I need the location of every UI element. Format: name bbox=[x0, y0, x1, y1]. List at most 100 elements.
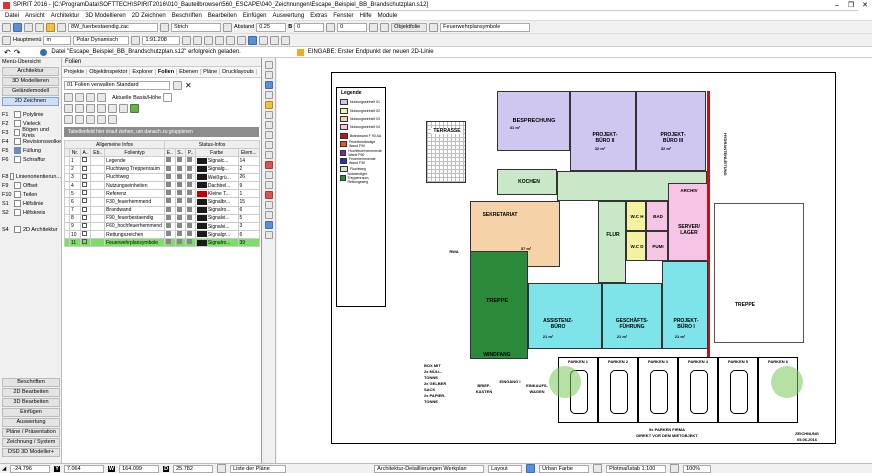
object-snap-icon[interactable] bbox=[265, 221, 273, 229]
coord-w-field[interactable]: 164.099 bbox=[119, 464, 160, 473]
cell-s[interactable] bbox=[174, 230, 187, 240]
layer-all-off-icon[interactable] bbox=[75, 115, 84, 124]
fkey-hilfslinie[interactable]: S1 Hilfslinie bbox=[0, 199, 61, 208]
cell-p[interactable] bbox=[185, 205, 196, 215]
layer-all-on-icon[interactable] bbox=[64, 115, 73, 124]
menu-gelaendemodell-button[interactable]: Geländemodell bbox=[2, 87, 59, 96]
cell-s[interactable] bbox=[174, 197, 187, 207]
print-icon[interactable] bbox=[187, 239, 193, 245]
cell-p[interactable] bbox=[185, 189, 196, 199]
checkbox-icon[interactable] bbox=[81, 166, 87, 171]
header-s[interactable]: S.. bbox=[174, 148, 187, 158]
view-3d-icon[interactable] bbox=[259, 35, 269, 45]
redo-icon[interactable]: ↷ bbox=[14, 48, 21, 57]
fkey-teilen[interactable]: F10 Teilen bbox=[0, 190, 61, 199]
cell-s[interactable] bbox=[174, 189, 187, 199]
cell-p[interactable] bbox=[185, 238, 196, 248]
cell-p[interactable] bbox=[185, 197, 196, 207]
layer-color-icon[interactable] bbox=[97, 104, 106, 113]
lock-icon[interactable] bbox=[176, 182, 182, 188]
menu-zeichnung-button[interactable]: Zeichnung / System bbox=[2, 438, 60, 447]
cell-s[interactable] bbox=[174, 213, 187, 223]
lock-icon[interactable] bbox=[176, 239, 182, 245]
cell-s[interactable] bbox=[174, 172, 187, 182]
pen-icon[interactable] bbox=[57, 22, 66, 32]
cell-eb[interactable] bbox=[90, 213, 106, 223]
cell-a[interactable] bbox=[79, 172, 92, 182]
menu-3d-bearbeiten-button[interactable]: 3D Bearbeiten bbox=[2, 398, 60, 407]
color-swatch[interactable] bbox=[196, 231, 207, 238]
print-icon[interactable] bbox=[187, 207, 193, 212]
visible-icon[interactable] bbox=[166, 239, 172, 245]
cell-a[interactable] bbox=[79, 213, 92, 223]
menu-einfuegen-button[interactable]: Einfügen bbox=[2, 408, 60, 417]
offset-field[interactable]: 0.25 bbox=[256, 22, 287, 32]
tab-ebenen[interactable]: Ebenen bbox=[177, 69, 202, 75]
cell-a[interactable] bbox=[79, 197, 92, 207]
cell-s[interactable] bbox=[174, 180, 187, 191]
grid-snap-icon[interactable] bbox=[265, 211, 273, 219]
coord-x-field[interactable]: -24.796 bbox=[10, 464, 51, 473]
color-swatch[interactable] bbox=[196, 190, 207, 197]
layer-up-icon[interactable] bbox=[108, 104, 117, 113]
table-row[interactable]: 1 Legende Signalc... 14 bbox=[64, 156, 261, 166]
cell-a[interactable] bbox=[79, 189, 92, 199]
lock-icon[interactable] bbox=[176, 215, 182, 220]
checkbox-icon[interactable] bbox=[81, 231, 87, 237]
visible-icon[interactable] bbox=[166, 223, 172, 228]
view-field[interactable]: Architektur-Detaillierungen Werkplan bbox=[374, 464, 485, 473]
table-row[interactable]: 8 F90_feuerbestaendig Signalvi... 5 bbox=[64, 213, 261, 223]
color-swatch[interactable] bbox=[196, 207, 207, 213]
lock-icon[interactable] bbox=[176, 174, 182, 179]
snap-center-icon[interactable] bbox=[265, 161, 273, 169]
color-swatch[interactable] bbox=[196, 223, 207, 230]
cell-a[interactable] bbox=[79, 164, 92, 174]
fkey-revisionswolke[interactable]: F4 Revisionswolke bbox=[0, 137, 61, 146]
cell-eb[interactable] bbox=[90, 180, 106, 191]
lock-icon[interactable] bbox=[176, 198, 182, 204]
tab-explorer[interactable]: Explorer bbox=[130, 69, 156, 75]
layer-manager-icon[interactable] bbox=[281, 35, 291, 45]
fkey-fuellung[interactable]: F5 Füllung bbox=[0, 146, 61, 155]
menu-2d-bearbeiten-button[interactable]: 2D Bearbeiten bbox=[2, 388, 60, 397]
ortho-icon[interactable] bbox=[265, 201, 273, 209]
filter-dropdown[interactable]: 01 Folien verwalten Standard bbox=[64, 81, 170, 90]
coord-d-field[interactable]: 25.782 bbox=[173, 464, 214, 473]
save-filter-icon[interactable] bbox=[173, 81, 182, 90]
layer-icon[interactable] bbox=[429, 22, 439, 32]
zoom-out-icon[interactable] bbox=[193, 35, 203, 45]
fkey-polylinie[interactable]: F1 Polylinie bbox=[0, 110, 61, 119]
visible-icon[interactable] bbox=[166, 182, 172, 188]
table-row[interactable]: 11 Feuerwehrplansymbole Signalro... 39 bbox=[64, 238, 261, 248]
visible-icon[interactable] bbox=[166, 207, 172, 212]
pen-field[interactable]: 8W_fuerbestaendig.zac bbox=[68, 22, 158, 32]
object-snap-button[interactable]: Objektfolie bbox=[391, 22, 428, 32]
visible-icon[interactable] bbox=[166, 174, 172, 179]
menu-auswertung-button[interactable]: Auswertung bbox=[2, 418, 60, 427]
header-e[interactable]: E.. bbox=[164, 148, 176, 158]
menu-bearbeiten[interactable]: Bearbeiten bbox=[205, 13, 240, 19]
checkbox-icon[interactable] bbox=[81, 182, 87, 188]
header-elem[interactable]: Elem... bbox=[237, 148, 261, 158]
line-type-icon[interactable] bbox=[160, 22, 169, 32]
checkbox-icon[interactable] bbox=[81, 198, 87, 204]
scale-field[interactable]: 1:91.208 bbox=[142, 35, 181, 45]
layer-field[interactable]: Feuerwehrplansymbole bbox=[440, 22, 531, 32]
visible-icon[interactable] bbox=[166, 198, 172, 204]
visible-icon[interactable] bbox=[166, 166, 172, 171]
print-icon[interactable] bbox=[187, 174, 193, 179]
menu-dsd-button[interactable]: DSD 3D Modeller+ bbox=[2, 448, 60, 457]
zoom-all-icon[interactable] bbox=[215, 35, 225, 45]
menu-plaene-button[interactable]: Pläne / Präsentation bbox=[2, 428, 60, 437]
redraw-icon[interactable] bbox=[237, 35, 247, 45]
cell-eb[interactable] bbox=[90, 205, 106, 215]
color-swatch[interactable] bbox=[196, 215, 207, 222]
table-row[interactable]: 10 Rettungszeichen Signalgr... 6 bbox=[64, 230, 261, 240]
layer-print-icon[interactable] bbox=[86, 104, 95, 113]
fkey-hilfskreis[interactable]: S2 Hilfskreis bbox=[0, 208, 61, 217]
cell-e[interactable] bbox=[164, 213, 176, 223]
cell-p[interactable] bbox=[185, 172, 196, 182]
cell-e[interactable] bbox=[164, 164, 176, 174]
visible-icon[interactable] bbox=[166, 215, 172, 220]
text-tool-icon[interactable] bbox=[265, 121, 273, 129]
